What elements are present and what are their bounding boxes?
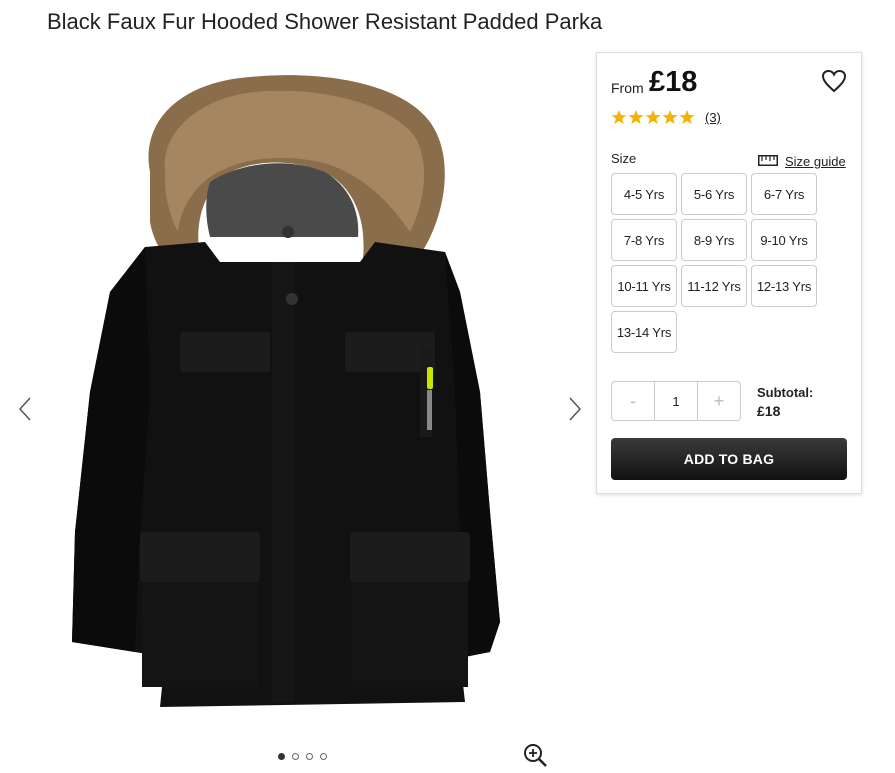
chevron-left-icon xyxy=(16,395,36,423)
price-from-label: From xyxy=(611,80,644,96)
next-image-button[interactable] xyxy=(564,395,584,423)
rating-stars xyxy=(611,109,695,125)
star-icon xyxy=(611,110,627,124)
pagination-dot[interactable] xyxy=(320,753,327,760)
quantity-decrease-button[interactable]: - xyxy=(612,382,654,420)
subtotal-label: Subtotal: xyxy=(757,385,814,400)
size-label: Size xyxy=(611,151,637,166)
quantity-increase-button[interactable]: + xyxy=(698,382,740,420)
pagination-dot[interactable] xyxy=(278,753,285,760)
size-option[interactable]: 4-5 Yrs xyxy=(611,173,677,215)
review-count-link[interactable]: (3) xyxy=(705,110,721,125)
star-icon xyxy=(679,110,695,124)
size-option[interactable]: 11-12 Yrs xyxy=(681,265,747,307)
star-icon xyxy=(628,110,644,124)
product-image xyxy=(72,75,500,707)
size-option[interactable]: 7-8 Yrs xyxy=(611,219,677,261)
prev-image-button[interactable] xyxy=(16,395,36,423)
pagination-dot[interactable] xyxy=(292,753,299,760)
product-title: Black Faux Fur Hooded Shower Resistant P… xyxy=(47,9,603,34)
size-option[interactable]: 6-7 Yrs xyxy=(751,173,817,215)
size-option[interactable]: 8-9 Yrs xyxy=(681,219,747,261)
quantity-stepper: - 1 + xyxy=(611,381,741,421)
chevron-right-icon xyxy=(564,395,584,423)
star-icon xyxy=(662,110,678,124)
size-selector: 4-5 Yrs 5-6 Yrs 6-7 Yrs 7-8 Yrs 8-9 Yrs … xyxy=(611,173,817,353)
pagination-dot[interactable] xyxy=(306,753,313,760)
add-to-bag-button[interactable]: ADD TO BAG xyxy=(611,438,847,480)
star-icon xyxy=(645,110,661,124)
purchase-panel: From £18 (3) Size Size guide 4-5 Yrs 5-6… xyxy=(596,52,862,494)
product-gallery xyxy=(0,50,595,767)
size-guide-link[interactable]: Size guide xyxy=(758,154,846,169)
subtotal-value: £18 xyxy=(757,403,781,419)
size-option[interactable]: 9-10 Yrs xyxy=(751,219,817,261)
size-option[interactable]: 13-14 Yrs xyxy=(611,311,677,353)
size-option[interactable]: 12-13 Yrs xyxy=(751,265,817,307)
size-option[interactable]: 10-11 Yrs xyxy=(611,265,677,307)
price: £18 xyxy=(649,66,698,98)
image-pagination xyxy=(278,753,327,760)
size-guide-label: Size guide xyxy=(785,154,846,169)
quantity-value[interactable]: 1 xyxy=(654,382,698,420)
zoom-in-icon[interactable] xyxy=(522,742,548,773)
size-option[interactable]: 5-6 Yrs xyxy=(681,173,747,215)
heart-icon[interactable] xyxy=(821,69,847,98)
ruler-icon xyxy=(758,154,778,169)
